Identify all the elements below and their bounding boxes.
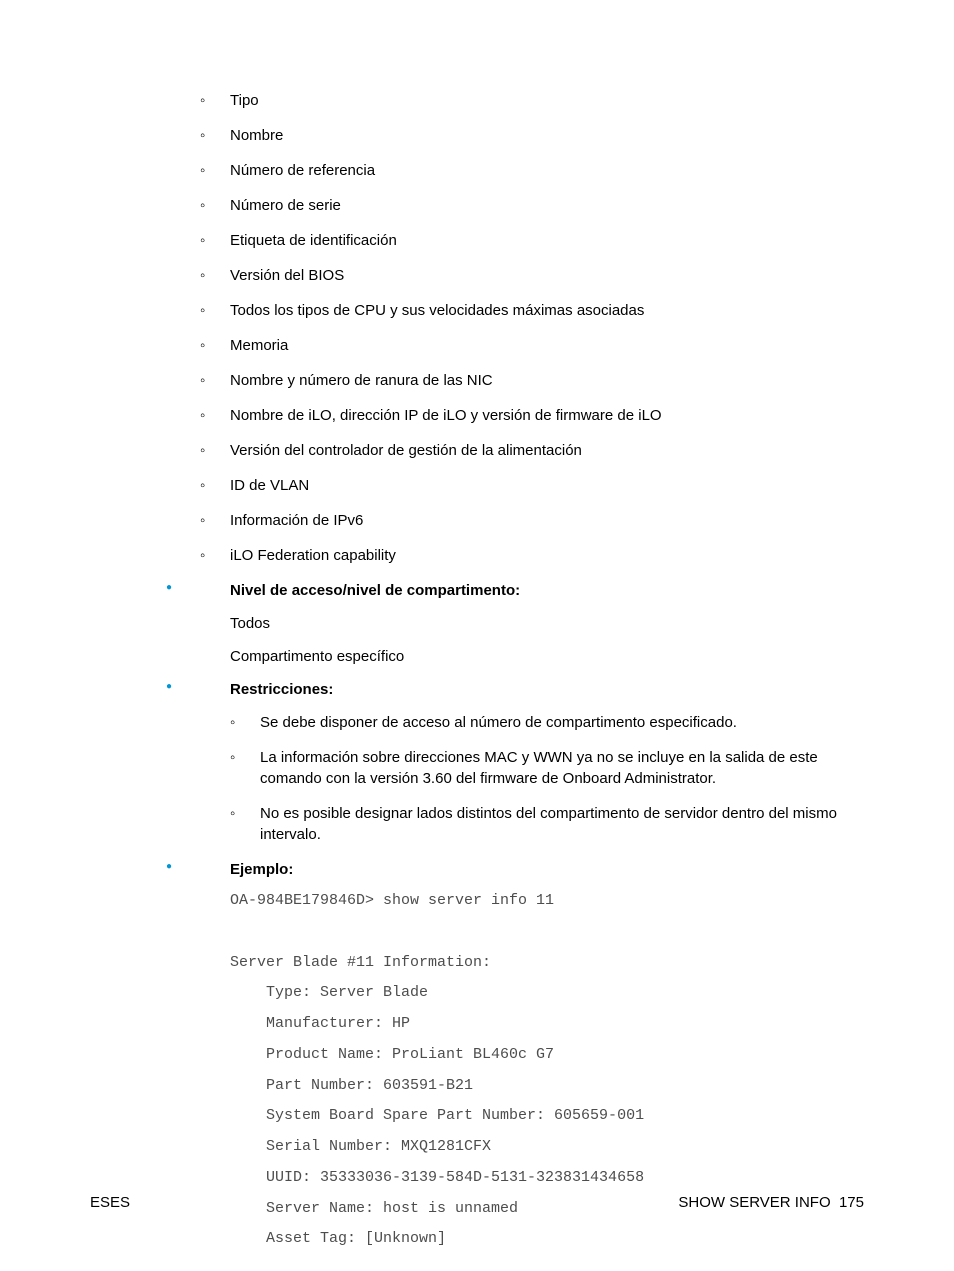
list-item: Se debe disponer de acceso al número de … — [230, 712, 864, 733]
list-item-text: Todos los tipos de CPU y sus velocidades… — [230, 302, 644, 319]
list-item: Número de referencia — [200, 160, 864, 181]
list-item: Versión del controlador de gestión de la… — [200, 440, 864, 461]
list-item: No es posible designar lados distintos d… — [230, 803, 864, 845]
list-item-text: Nombre — [230, 127, 283, 144]
section-heading: Nivel de acceso/nivel de compartimento: — [230, 582, 520, 599]
list-item-text: Nombre de iLO, dirección IP de iLO y ver… — [230, 407, 662, 424]
section-access-level: Nivel de acceso/nivel de compartimento: … — [166, 580, 864, 667]
list-item-text: ID de VLAN — [230, 477, 309, 494]
list-item: La información sobre direcciones MAC y W… — [230, 747, 864, 789]
list-item-text: Información de IPv6 — [230, 512, 363, 529]
footer-right: SHOW SERVER INFO 175 — [678, 1194, 864, 1211]
list-item-text: iLO Federation capability — [230, 547, 396, 564]
list-item-text: Versión del controlador de gestión de la… — [230, 442, 582, 459]
content-body: Tipo Nombre Número de referencia Número … — [90, 90, 864, 1255]
list-item: Tipo — [200, 90, 864, 111]
page-footer: ESES SHOW SERVER INFO 175 — [90, 1194, 864, 1211]
list-item: Nombre — [200, 125, 864, 146]
list-item: Nombre de iLO, dirección IP de iLO y ver… — [200, 405, 864, 426]
section-heading: Restricciones: — [230, 681, 333, 698]
list-item-text: Etiqueta de identificación — [230, 232, 397, 249]
page-number: 175 — [839, 1194, 864, 1211]
list-item: Número de serie — [200, 195, 864, 216]
list-item: Memoria — [200, 335, 864, 356]
main-sections-list: Nivel de acceso/nivel de compartimento: … — [90, 580, 864, 1255]
footer-section-label: SHOW SERVER INFO — [678, 1194, 830, 1211]
section-heading: Ejemplo: — [230, 861, 293, 878]
list-item-text: Se debe disponer de acceso al número de … — [260, 714, 737, 731]
list-item: ID de VLAN — [200, 475, 864, 496]
list-item: Nombre y número de ranura de las NIC — [200, 370, 864, 391]
list-item: Versión del BIOS — [200, 265, 864, 286]
list-item: Etiqueta de identificación — [200, 230, 864, 251]
list-item: Información de IPv6 — [200, 510, 864, 531]
list-item: Todos los tipos de CPU y sus velocidades… — [200, 300, 864, 321]
info-fields-list: Tipo Nombre Número de referencia Número … — [90, 90, 864, 566]
section-body: Todos Compartimento específico — [230, 613, 864, 667]
list-item-text: Nombre y número de ranura de las NIC — [230, 372, 493, 389]
section-restrictions: Restricciones: Se debe disponer de acces… — [166, 679, 864, 845]
text-line: Todos — [230, 613, 864, 634]
list-item-text: Número de referencia — [230, 162, 375, 179]
list-item-text: La información sobre direcciones MAC y W… — [260, 749, 818, 787]
footer-left: ESES — [90, 1194, 130, 1211]
page: Tipo Nombre Número de referencia Número … — [0, 0, 954, 1271]
list-item: iLO Federation capability — [200, 545, 864, 566]
text-line: Compartimento específico — [230, 646, 864, 667]
list-item-text: Versión del BIOS — [230, 267, 344, 284]
restrictions-list: Se debe disponer de acceso al número de … — [230, 712, 864, 845]
list-item-text: No es posible designar lados distintos d… — [260, 805, 837, 843]
list-item-text: Número de serie — [230, 197, 341, 214]
list-item-text: Tipo — [230, 92, 259, 109]
list-item-text: Memoria — [230, 337, 288, 354]
